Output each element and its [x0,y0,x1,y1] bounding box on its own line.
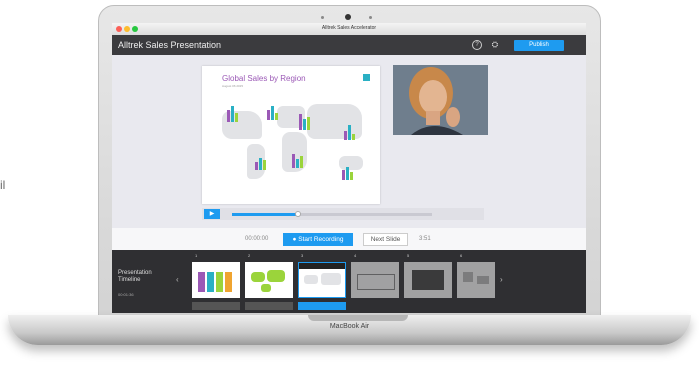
timeline-time: 00:01:36 [118,292,134,297]
timeline-prev-icon[interactable]: ‹ [176,275,179,284]
settings-icon[interactable]: ⛭ [490,40,500,50]
region-bar-chart [342,164,354,180]
slide-number: 1 [195,253,198,258]
timeline-clip [298,302,346,310]
publish-button[interactable]: Publish [514,40,564,51]
app-header: Alltrek Sales Presentation ? ⛭ Publish [112,35,586,55]
slide-number: 3 [301,253,304,258]
start-recording-button[interactable]: ● Start Recording [283,233,353,246]
slide-subtitle: August 06 2015 [222,84,244,88]
region-bar-chart [344,124,356,140]
media-player: ▶ [202,208,484,220]
camera-sensor [321,16,324,19]
laptop-base [8,315,691,345]
current-slide: Global Sales by Region August 06 2015 [202,66,380,204]
slide-number: 4 [354,253,357,258]
webcam-feed [393,65,488,135]
app-screen: Alltrek Sales Accelerator Alltrek Sales … [112,23,586,313]
timeline-slide-4[interactable] [351,262,399,298]
slide-badge-icon [363,74,370,81]
window-title: Alltrek Sales Accelerator [321,25,377,31]
help-icon[interactable]: ? [472,40,482,50]
start-recording-label: Start Recording [298,236,344,243]
presentation-name: Alltrek Sales Presentation [118,40,222,50]
elapsed-time: 00:00:00 [245,236,269,242]
slide-number: 2 [248,253,251,258]
timeline-slide-5[interactable] [404,262,452,298]
region-bar-chart [227,106,239,122]
slide-title: Global Sales by Region [222,74,306,83]
timeline-slide-1[interactable] [192,262,240,298]
playback-scrubber[interactable] [295,211,301,217]
timeline-clip [245,302,293,310]
region-bar-chart [267,104,279,120]
timeline-label: Presentation Timeline [118,270,152,283]
next-slide-button[interactable]: Next Slide [363,233,408,246]
timeline-next-icon[interactable]: › [500,275,503,284]
camera-sensor [369,16,372,19]
region-bar-chart [299,114,311,130]
region-bar-chart [255,154,267,170]
timeline-slide-3[interactable] [298,262,346,298]
play-button[interactable]: ▶ [204,209,220,219]
region-bar-chart [292,152,304,168]
slide-number: 5 [407,253,410,258]
base-notch [308,315,408,321]
total-time: 3:51 [419,236,431,242]
recording-bar: 00:00:00 ● Start Recording Next Slide 3:… [112,228,586,250]
presenter-video [393,65,488,135]
timeline-slide-2[interactable] [245,262,293,298]
webcam-lens [345,14,351,20]
presentation-timeline: Presentation Timeline 00:01:36 ‹ › 1 2 3… [112,250,586,313]
page-edge-text: il [0,178,6,192]
timeline-slide-6[interactable] [457,262,495,298]
timeline-clip [192,302,240,310]
slide-number: 6 [460,253,463,258]
playback-track[interactable] [232,211,432,217]
window-titlebar: Alltrek Sales Accelerator [112,23,586,35]
model-label: MacBook Air [329,323,370,330]
playback-progress [232,213,298,216]
